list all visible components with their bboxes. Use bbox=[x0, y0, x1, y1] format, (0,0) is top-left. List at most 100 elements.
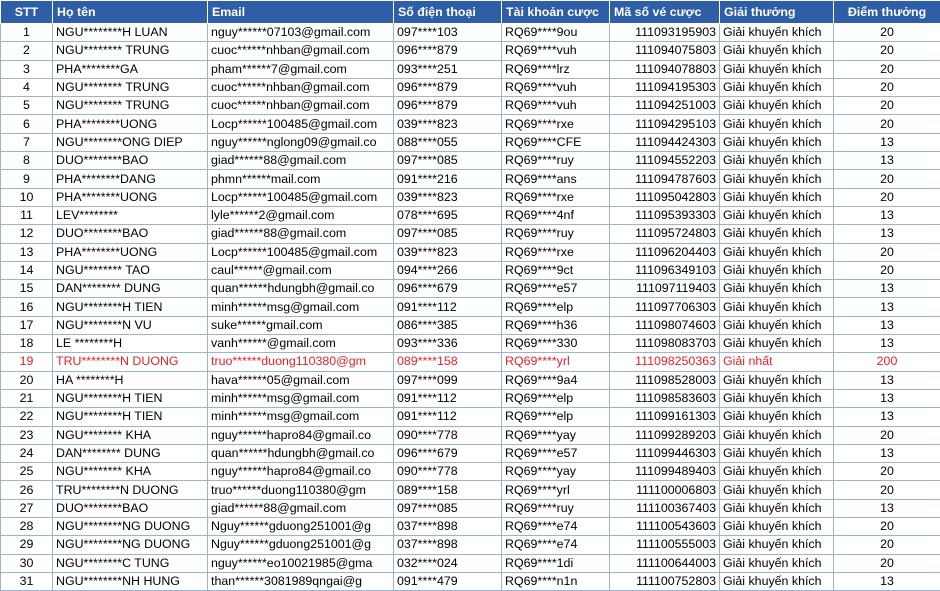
cell-tai-khoan-cuoc[interactable]: RQ69****e74 bbox=[502, 536, 610, 554]
cell-stt[interactable]: 21 bbox=[1, 389, 53, 407]
cell-email[interactable]: minh******msg@gmail.com bbox=[208, 408, 394, 426]
cell-stt[interactable]: 15 bbox=[1, 280, 53, 298]
cell-stt[interactable]: 14 bbox=[1, 261, 53, 279]
header-stt[interactable]: STT bbox=[1, 1, 53, 24]
cell-tai-khoan-cuoc[interactable]: RQ69****yay bbox=[502, 463, 610, 481]
cell-ho-ten[interactable]: PHA********UONG bbox=[53, 115, 208, 133]
cell-diem-thuong[interactable]: 20 bbox=[834, 170, 940, 188]
cell-diem-thuong[interactable]: 13 bbox=[834, 444, 940, 462]
cell-diem-thuong[interactable]: 20 bbox=[834, 536, 940, 554]
cell-email[interactable]: nguy******eo10021985@gma bbox=[208, 554, 394, 572]
cell-ho-ten[interactable]: NGU********NG DUONG bbox=[53, 536, 208, 554]
cell-email[interactable]: cuoc******nhban@gmail.com bbox=[208, 42, 394, 60]
cell-ho-ten[interactable]: HA ********H bbox=[53, 371, 208, 389]
cell-email[interactable]: caul******@gmail.com bbox=[208, 261, 394, 279]
cell-email[interactable]: lyle******2@gmail.com bbox=[208, 206, 394, 224]
cell-ho-ten[interactable]: NGU********H TIEN bbox=[53, 298, 208, 316]
cell-giai-thuong[interactable]: Giải khuyến khích bbox=[720, 499, 834, 517]
cell-stt[interactable]: 4 bbox=[1, 78, 53, 96]
cell-ma-so-ve-cuoc[interactable]: 111094251003 bbox=[610, 97, 720, 115]
cell-stt[interactable]: 30 bbox=[1, 554, 53, 572]
cell-diem-thuong[interactable]: 13 bbox=[834, 280, 940, 298]
cell-email[interactable]: Nguy******gduong251001@g bbox=[208, 518, 394, 536]
cell-tai-khoan-cuoc[interactable]: RQ69****lrz bbox=[502, 60, 610, 78]
cell-tai-khoan-cuoc[interactable]: RQ69****9ou bbox=[502, 24, 610, 42]
cell-giai-thuong[interactable]: Giải khuyến khích bbox=[720, 206, 834, 224]
cell-giai-thuong[interactable]: Giải khuyến khích bbox=[720, 316, 834, 334]
cell-stt[interactable]: 1 bbox=[1, 24, 53, 42]
cell-ma-so-ve-cuoc[interactable]: 111094075803 bbox=[610, 42, 720, 60]
cell-stt[interactable]: 16 bbox=[1, 298, 53, 316]
cell-ho-ten[interactable]: NGU******** KHA bbox=[53, 426, 208, 444]
cell-ho-ten[interactable]: NGU********C TUNG bbox=[53, 554, 208, 572]
cell-so-dien-thoai[interactable]: 090****778 bbox=[394, 463, 502, 481]
cell-email[interactable]: Locp******100485@gmail.com bbox=[208, 188, 394, 206]
header-ho-ten[interactable]: Họ tên bbox=[53, 1, 208, 24]
cell-stt[interactable]: 2 bbox=[1, 42, 53, 60]
cell-email[interactable]: vanh******@gmail.com bbox=[208, 335, 394, 353]
cell-stt[interactable]: 29 bbox=[1, 536, 53, 554]
cell-diem-thuong[interactable]: 20 bbox=[834, 243, 940, 261]
cell-ho-ten[interactable]: NGU******** TAO bbox=[53, 261, 208, 279]
cell-tai-khoan-cuoc[interactable]: RQ69****ruy bbox=[502, 225, 610, 243]
cell-giai-thuong[interactable]: Giải khuyến khích bbox=[720, 389, 834, 407]
cell-tai-khoan-cuoc[interactable]: RQ69****elp bbox=[502, 298, 610, 316]
cell-ma-so-ve-cuoc[interactable]: 111099446303 bbox=[610, 444, 720, 462]
cell-email[interactable]: minh******msg@gmail.com bbox=[208, 298, 394, 316]
cell-email[interactable]: quan******hdungbh@gmail.co bbox=[208, 280, 394, 298]
cell-so-dien-thoai[interactable]: 032****024 bbox=[394, 554, 502, 572]
cell-ma-so-ve-cuoc[interactable]: 111099289203 bbox=[610, 426, 720, 444]
cell-stt[interactable]: 8 bbox=[1, 152, 53, 170]
cell-giai-thuong[interactable]: Giải khuyến khích bbox=[720, 554, 834, 572]
cell-diem-thuong[interactable]: 13 bbox=[834, 206, 940, 224]
cell-email[interactable]: Nguy******gduong251001@g bbox=[208, 536, 394, 554]
cell-so-dien-thoai[interactable]: 090****778 bbox=[394, 426, 502, 444]
header-tai-khoan-cuoc[interactable]: Tài khoản cược bbox=[502, 1, 610, 24]
cell-giai-thuong[interactable]: Giải khuyến khích bbox=[720, 298, 834, 316]
cell-giai-thuong[interactable]: Giải khuyến khích bbox=[720, 97, 834, 115]
cell-so-dien-thoai[interactable]: 091****112 bbox=[394, 408, 502, 426]
cell-so-dien-thoai[interactable]: 097****099 bbox=[394, 371, 502, 389]
cell-diem-thuong[interactable]: 20 bbox=[834, 188, 940, 206]
cell-so-dien-thoai[interactable]: 089****158 bbox=[394, 481, 502, 499]
cell-diem-thuong[interactable]: 20 bbox=[834, 24, 940, 42]
cell-diem-thuong[interactable]: 20 bbox=[834, 518, 940, 536]
cell-stt[interactable]: 6 bbox=[1, 115, 53, 133]
cell-ma-so-ve-cuoc[interactable]: 111098250363 bbox=[610, 353, 720, 371]
cell-tai-khoan-cuoc[interactable]: RQ69****ruy bbox=[502, 152, 610, 170]
cell-email[interactable]: cuoc******nhban@gmail.com bbox=[208, 97, 394, 115]
cell-giai-thuong[interactable]: Giải khuyến khích bbox=[720, 481, 834, 499]
cell-tai-khoan-cuoc[interactable]: RQ69****elp bbox=[502, 389, 610, 407]
cell-so-dien-thoai[interactable]: 096****679 bbox=[394, 280, 502, 298]
cell-email[interactable]: truo******duong110380@gm bbox=[208, 353, 394, 371]
cell-giai-thuong[interactable]: Giải khuyến khích bbox=[720, 463, 834, 481]
cell-giai-thuong[interactable]: Giải khuyến khích bbox=[720, 426, 834, 444]
cell-so-dien-thoai[interactable]: 096****679 bbox=[394, 444, 502, 462]
cell-ma-so-ve-cuoc[interactable]: 111094424303 bbox=[610, 133, 720, 151]
cell-so-dien-thoai[interactable]: 088****055 bbox=[394, 133, 502, 151]
cell-email[interactable]: nguy******hapro84@gmail.co bbox=[208, 463, 394, 481]
cell-ma-so-ve-cuoc[interactable]: 111099489403 bbox=[610, 463, 720, 481]
cell-ho-ten[interactable]: NGU******** KHA bbox=[53, 463, 208, 481]
cell-ho-ten[interactable]: DAN******** DUNG bbox=[53, 444, 208, 462]
cell-giai-thuong[interactable]: Giải khuyến khích bbox=[720, 60, 834, 78]
cell-tai-khoan-cuoc[interactable]: RQ69****n1n bbox=[502, 572, 610, 590]
cell-stt[interactable]: 10 bbox=[1, 188, 53, 206]
cell-ho-ten[interactable]: NGU********N VU bbox=[53, 316, 208, 334]
cell-diem-thuong[interactable]: 20 bbox=[834, 78, 940, 96]
cell-tai-khoan-cuoc[interactable]: RQ69****e74 bbox=[502, 518, 610, 536]
cell-so-dien-thoai[interactable]: 097****103 bbox=[394, 24, 502, 42]
cell-ma-so-ve-cuoc[interactable]: 111095393303 bbox=[610, 206, 720, 224]
cell-stt[interactable]: 22 bbox=[1, 408, 53, 426]
cell-email[interactable]: hava******05@gmail.com bbox=[208, 371, 394, 389]
cell-email[interactable]: giad******88@gmail.com bbox=[208, 499, 394, 517]
cell-ma-so-ve-cuoc[interactable]: 111094195303 bbox=[610, 78, 720, 96]
cell-email[interactable]: truo******duong110380@gm bbox=[208, 481, 394, 499]
cell-stt[interactable]: 17 bbox=[1, 316, 53, 334]
cell-so-dien-thoai[interactable]: 093****336 bbox=[394, 335, 502, 353]
cell-tai-khoan-cuoc[interactable]: RQ69****vuh bbox=[502, 78, 610, 96]
cell-ho-ten[interactable]: DAN******** DUNG bbox=[53, 280, 208, 298]
cell-diem-thuong[interactable]: 13 bbox=[834, 389, 940, 407]
cell-ma-so-ve-cuoc[interactable]: 111100555003 bbox=[610, 536, 720, 554]
cell-ma-so-ve-cuoc[interactable]: 111096204403 bbox=[610, 243, 720, 261]
